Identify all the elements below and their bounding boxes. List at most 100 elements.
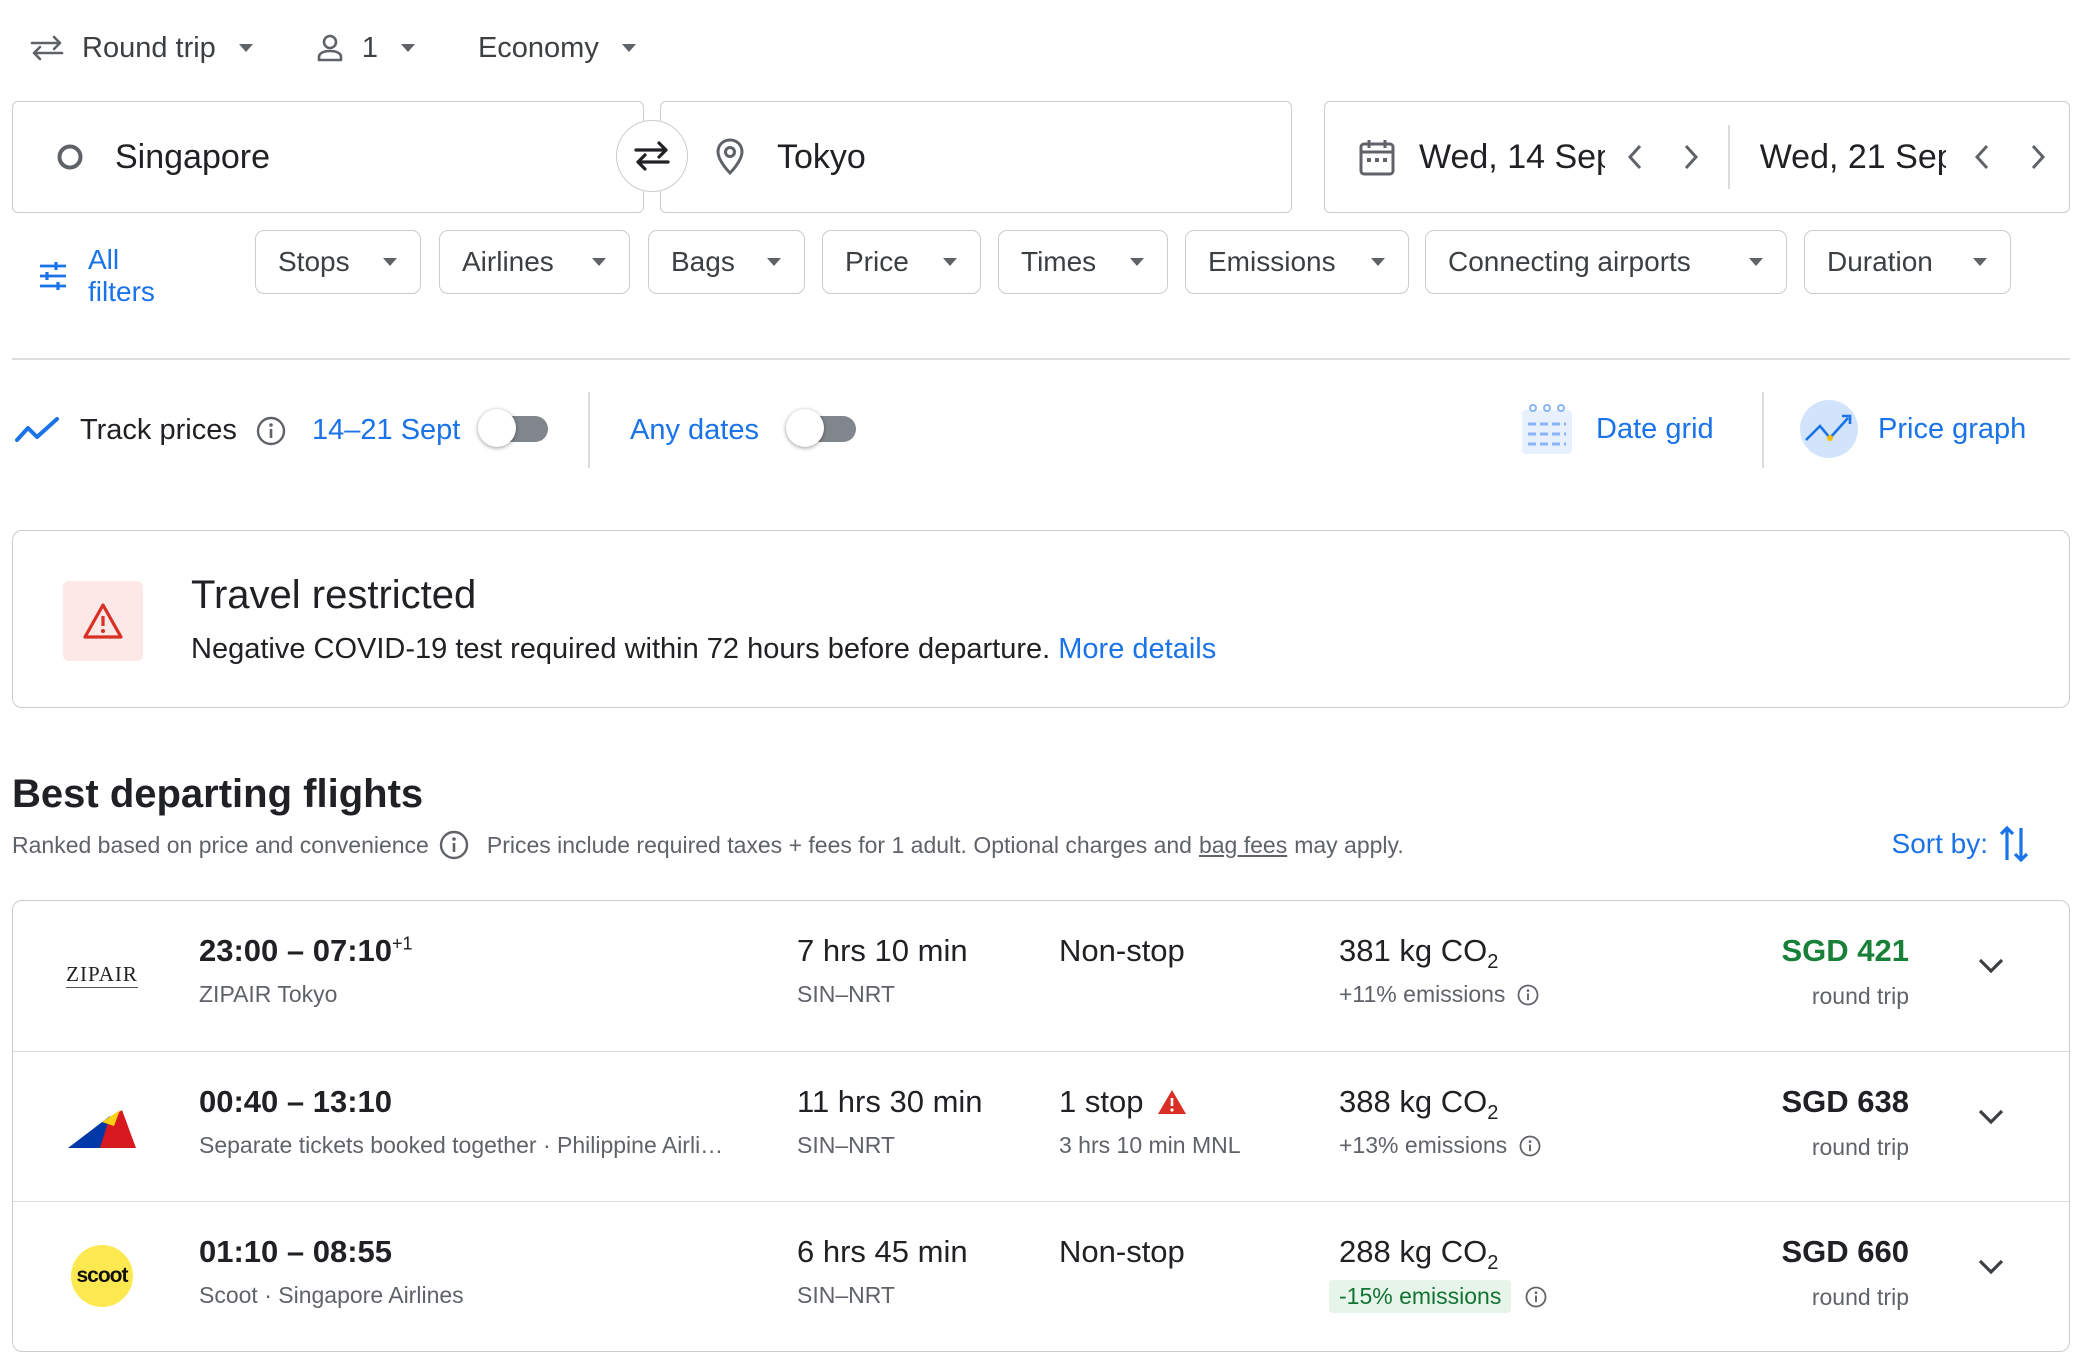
depart-date-text: Wed, 14 Sept: [1419, 137, 1605, 176]
next-date-button[interactable]: [2028, 143, 2048, 171]
flight-price: SGD 421: [1781, 933, 1909, 968]
swap-arrows-icon: [632, 139, 672, 173]
passengers-count: 1: [361, 31, 378, 64]
airline-name: ZIPAIR Tokyo: [199, 981, 338, 1007]
sort-by-button[interactable]: Sort by:: [1892, 824, 2030, 864]
filter-chip-duration[interactable]: Duration: [1804, 230, 2011, 294]
previous-date-button[interactable]: [1625, 143, 1645, 171]
chip-label: Connecting airports: [1448, 246, 1691, 277]
depart-date-field[interactable]: Wed, 14 Sept: [1325, 102, 1728, 212]
sort-icon: [1998, 824, 2030, 864]
chip-label: Airlines: [462, 246, 554, 277]
co2-amount: 388 kg CO2: [1339, 1084, 1499, 1125]
time-range: 00:40 – 13:10: [199, 1084, 393, 1119]
price-graph-label: Price graph: [1878, 412, 2027, 445]
person-icon: [316, 34, 344, 62]
passengers-select[interactable]: 1: [316, 32, 416, 65]
divider: [12, 358, 2070, 360]
track-prices-toggle[interactable]: [478, 408, 550, 448]
scoot-logo-badge: scoot: [71, 1245, 133, 1307]
time-range: 23:00 – 07:10: [199, 933, 393, 968]
trip-type-label: Round trip: [82, 31, 216, 64]
expand-chevron-icon[interactable]: [1977, 957, 2005, 975]
bag-fees-link[interactable]: bag fees: [1199, 832, 1287, 859]
zipair-logo-text: ZIPAIR: [66, 962, 138, 988]
emissions-info: +11% emissions: [1339, 981, 1539, 1008]
price-type: round trip: [1811, 983, 1909, 1009]
chip-label: Duration: [1827, 246, 1933, 277]
more-details-link[interactable]: More details: [1058, 633, 1216, 665]
flight-stops: Non-stop: [1059, 933, 1185, 968]
emissions-delta-badge: -15% emissions: [1329, 1280, 1512, 1313]
vertical-divider: [588, 392, 590, 468]
info-icon[interactable]: [256, 416, 286, 446]
flight-row[interactable]: 00:40 – 13:10 Separate tickets booked to…: [13, 1051, 2069, 1201]
caret-down-icon: [1129, 257, 1145, 267]
filter-chip-emissions[interactable]: Emissions: [1185, 230, 1409, 294]
previous-date-button[interactable]: [1972, 143, 1992, 171]
expand-chevron-icon[interactable]: [1977, 1258, 2005, 1276]
price-tracking-bar: Track prices 14–21 Sept Any dates Date g…: [0, 392, 2076, 468]
emissions-info: +13% emissions: [1339, 1132, 1541, 1159]
caret-down-icon: [591, 257, 607, 267]
date-grid-label: Date grid: [1596, 412, 1714, 445]
info-icon[interactable]: [439, 830, 469, 860]
chip-label: Emissions: [1208, 246, 1336, 277]
cabin-class-label: Economy: [477, 31, 599, 64]
cabin-class-select[interactable]: Economy: [478, 32, 637, 65]
destination-field[interactable]: Tokyo: [660, 101, 1292, 213]
filter-chip-airlines[interactable]: Airlines: [439, 230, 630, 294]
flight-list: ZIPAIR 23:00 – 07:10+1 ZIPAIR Tokyo 7 hr…: [12, 900, 2070, 1352]
price-note-suffix: may apply.: [1294, 831, 1404, 858]
price-note: Prices include required taxes + fees for…: [486, 831, 1192, 858]
return-date-field[interactable]: Wed, 21 Sept: [1730, 102, 2069, 212]
warning-icon: [63, 581, 143, 661]
next-date-button[interactable]: [1681, 143, 1701, 171]
flight-row[interactable]: scoot 01:10 – 08:55 Scoot · Singapore Ai…: [13, 1201, 2069, 1351]
flight-route: SIN–NRT: [797, 981, 895, 1007]
airline-name: Separate tickets booked together · Phili…: [199, 1132, 724, 1158]
caret-down-icon: [382, 257, 398, 267]
flight-duration: 6 hrs 45 min: [797, 1234, 968, 1269]
sort-by-label: Sort by:: [1891, 828, 1988, 859]
price-graph-button[interactable]: Price graph: [1798, 398, 2026, 460]
flight-times: 00:40 – 13:10: [199, 1084, 392, 1120]
airline-name: Scoot · Singapore Airlines: [199, 1282, 464, 1308]
dates-field: Wed, 14 Sept Wed, 21 Sept: [1324, 101, 2070, 213]
flight-stops: 1 stop: [1059, 1084, 1187, 1120]
info-icon[interactable]: [1525, 1286, 1547, 1308]
filter-chip-times[interactable]: Times: [998, 230, 1168, 294]
info-icon[interactable]: [1519, 1135, 1541, 1157]
price-type: round trip: [1811, 1284, 1909, 1310]
filter-chip-stops[interactable]: Stops: [255, 230, 421, 294]
caret-down-icon: [621, 43, 637, 53]
day-offset: +1: [392, 933, 413, 954]
flight-duration: 11 hrs 30 min: [797, 1084, 983, 1119]
date-grid-icon: [1518, 400, 1576, 458]
date-grid-button[interactable]: Date grid: [1518, 400, 1714, 458]
caret-down-icon: [1748, 257, 1764, 267]
co2-amount: 381 kg CO2: [1339, 933, 1499, 974]
trip-options: Round trip 1 Economy: [30, 28, 699, 68]
chip-label: Times: [1021, 246, 1097, 277]
chip-label: Stops: [278, 246, 350, 277]
caret-down-icon: [1972, 257, 1988, 267]
swap-origin-destination-button[interactable]: [616, 120, 688, 192]
filter-chip-price[interactable]: Price: [822, 230, 981, 294]
info-icon[interactable]: [1517, 984, 1539, 1006]
trip-type-select[interactable]: Round trip: [30, 32, 254, 65]
chip-label: Price: [845, 246, 909, 277]
filter-chip-connecting-airports[interactable]: Connecting airports: [1425, 230, 1787, 294]
stops-count: 1 stop: [1059, 1084, 1144, 1119]
co2-value: 288 kg CO: [1339, 1234, 1488, 1269]
caret-down-icon: [238, 43, 254, 53]
flight-row[interactable]: ZIPAIR 23:00 – 07:10+1 ZIPAIR Tokyo 7 hr…: [13, 901, 2069, 1051]
origin-field[interactable]: Singapore: [12, 101, 644, 213]
any-dates-toggle[interactable]: [786, 408, 858, 448]
scoot-logo-text: scoot: [76, 1264, 128, 1287]
expand-chevron-icon[interactable]: [1977, 1108, 2005, 1126]
layover-info: 3 hrs 10 min MNL: [1059, 1132, 1241, 1158]
all-filters-button[interactable]: All filters: [38, 244, 155, 308]
filter-chip-bags[interactable]: Bags: [648, 230, 805, 294]
vertical-divider: [1762, 392, 1764, 468]
